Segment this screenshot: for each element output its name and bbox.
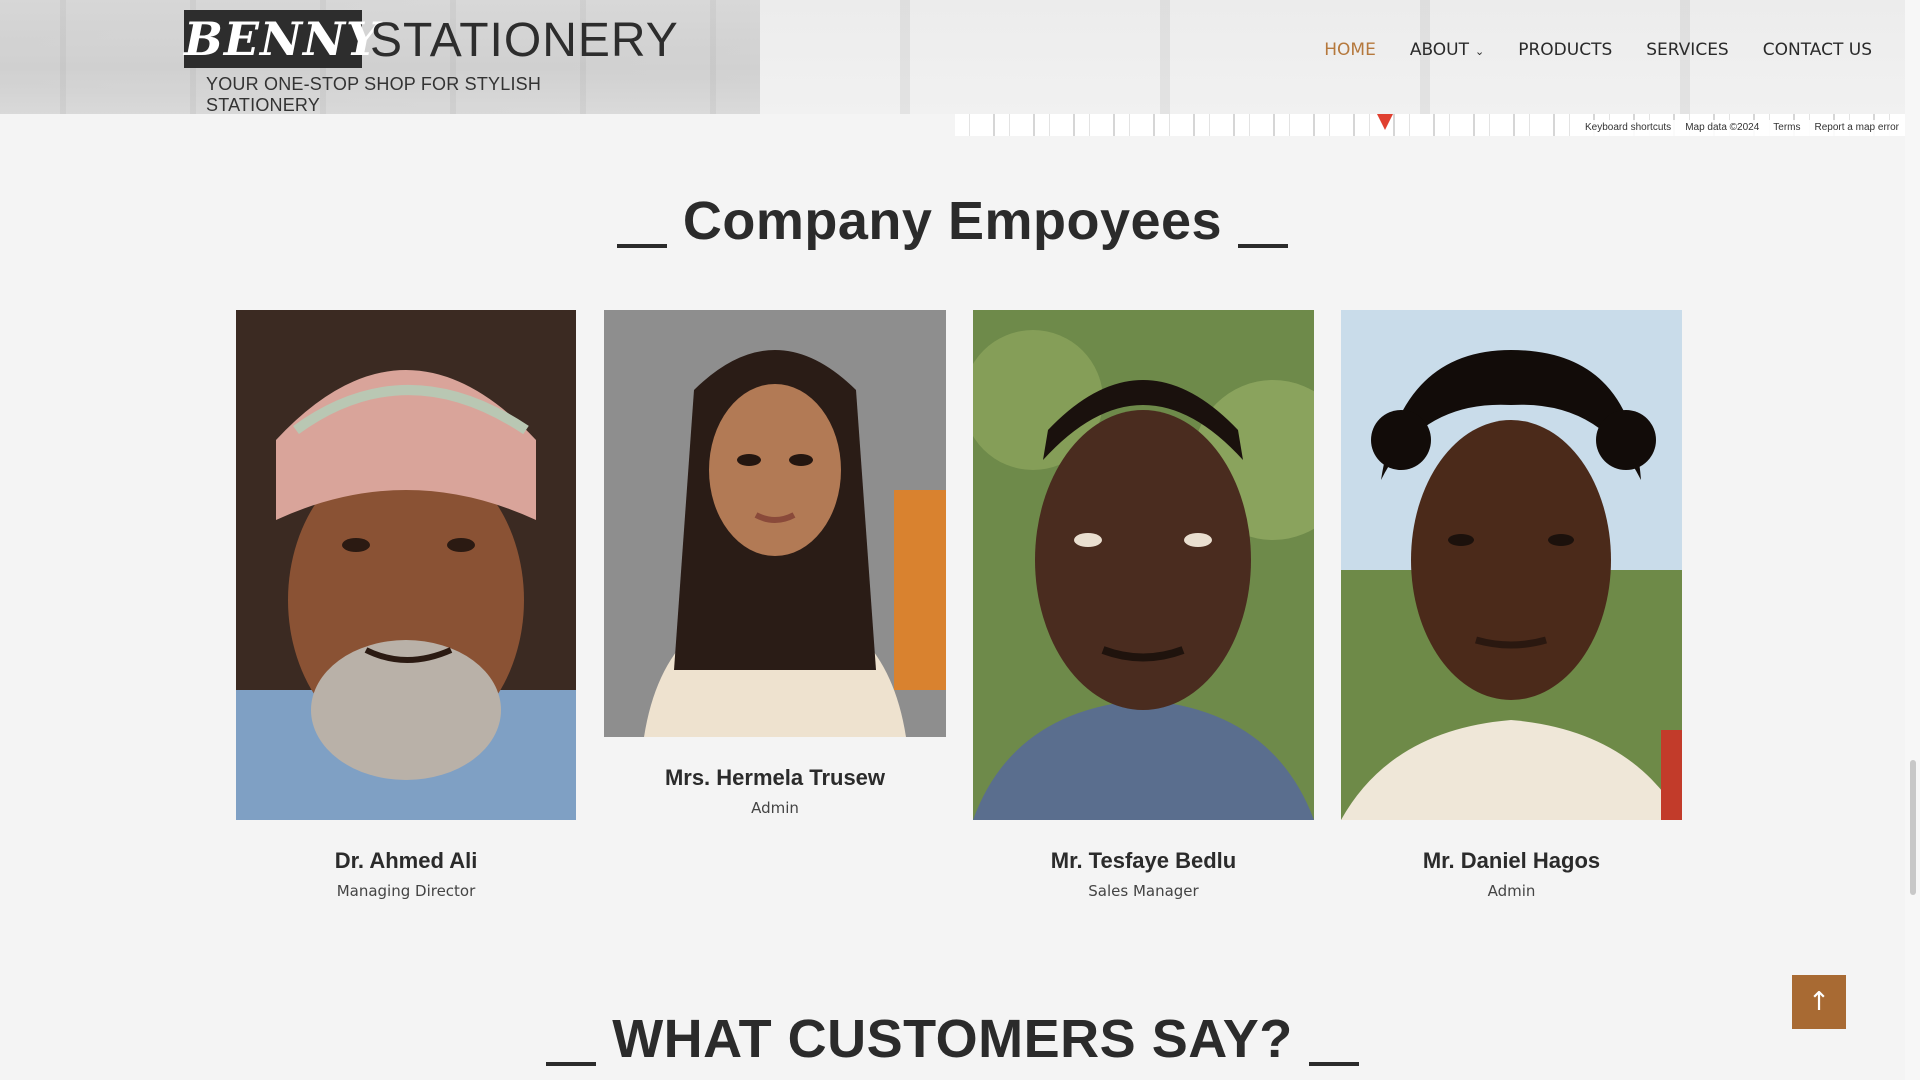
map-report-error-link[interactable]: Report a map error xyxy=(1815,120,1899,136)
map-data-label: Map data ©2024 xyxy=(1685,122,1760,133)
nav-products-label: PRODUCTS xyxy=(1518,40,1613,60)
portrait-man-curly-hair-icon xyxy=(1341,310,1682,820)
page-scrollbar[interactable] xyxy=(1905,0,1920,1080)
employee-role: Managing Director xyxy=(336,882,476,900)
employee-name: Mrs. Hermela Trusew xyxy=(664,765,886,790)
employee-name: Dr. Ahmed Ali xyxy=(334,848,478,873)
portrait-man-short-hair-icon xyxy=(973,310,1314,820)
employee-card: Mr. Tesfaye Bedlu Sales Manager xyxy=(973,310,1314,900)
site-header: BENNY STATIONERY YOUR ONE-STOP SHOP FOR … xyxy=(0,0,1905,115)
portrait-woman-braids-icon xyxy=(604,310,946,737)
employees-title-text: Company Empoyees xyxy=(682,191,1223,251)
title-dash-left xyxy=(546,1062,597,1066)
scroll-to-top-button[interactable]: ↑ xyxy=(1792,975,1846,1029)
employee-card: Mrs. Hermela Trusew Admin xyxy=(604,310,946,817)
logo-tagline: YOUR ONE-STOP SHOP FOR STYLISH STATIONER… xyxy=(206,74,542,115)
employee-role: Sales Manager xyxy=(1088,882,1199,900)
logo-word: STATIONERY xyxy=(370,14,679,67)
nav-home-label: HOME xyxy=(1324,40,1376,60)
nav-services-label: SERVICES xyxy=(1646,40,1729,60)
employee-name: Mr. Tesfaye Bedlu xyxy=(1050,848,1237,873)
title-dash-right xyxy=(1308,1062,1359,1066)
nav-contact-label: CONTACT US xyxy=(1762,40,1872,60)
logo-mark: BENNY xyxy=(184,10,380,68)
map-keyboard-shortcuts-link[interactable]: Keyboard shortcuts xyxy=(1585,120,1671,136)
employee-role: Admin xyxy=(751,799,799,817)
arrow-up-icon: ↑ xyxy=(1808,987,1830,1017)
map-terms-link[interactable]: Terms xyxy=(1773,120,1800,136)
nav-about[interactable]: ABOUT ⌄ xyxy=(1410,40,1484,60)
employee-role: Admin xyxy=(1487,882,1536,900)
testimonials-section-title: WHAT CUSTOMERS SAY? xyxy=(0,1008,1905,1070)
nav-contact[interactable]: CONTACT US xyxy=(1763,40,1872,60)
nav-about-label: ABOUT xyxy=(1409,40,1470,60)
title-dash-left xyxy=(616,244,667,248)
chevron-down-icon: ⌄ xyxy=(1475,44,1485,58)
scrollbar-thumb[interactable] xyxy=(1910,760,1916,895)
nav-products[interactable]: PRODUCTS xyxy=(1518,40,1612,60)
employee-card: Dr. Ahmed Ali Managing Director xyxy=(236,310,576,900)
employee-name: Mr. Daniel Hagos xyxy=(1422,848,1601,873)
site-logo[interactable]: BENNY STATIONERY YOUR ONE-STOP SHOP FOR … xyxy=(184,10,678,115)
nav-services[interactable]: SERVICES xyxy=(1646,40,1728,60)
employees-section-title: Company Empoyees xyxy=(0,190,1905,252)
map-attribution: Keyboard shortcuts Map data ©2024 Terms … xyxy=(1579,120,1905,136)
testimonials-title-text: WHAT CUSTOMERS SAY? xyxy=(612,1009,1293,1069)
employee-card: Mr. Daniel Hagos Admin xyxy=(1341,310,1682,900)
nav-home[interactable]: HOME xyxy=(1324,40,1376,60)
main-nav: HOME ABOUT ⌄ PRODUCTS SERVICES CONTACT U… xyxy=(1324,40,1872,60)
portrait-older-man-turban-icon xyxy=(236,310,576,820)
title-dash-right xyxy=(1238,244,1289,248)
